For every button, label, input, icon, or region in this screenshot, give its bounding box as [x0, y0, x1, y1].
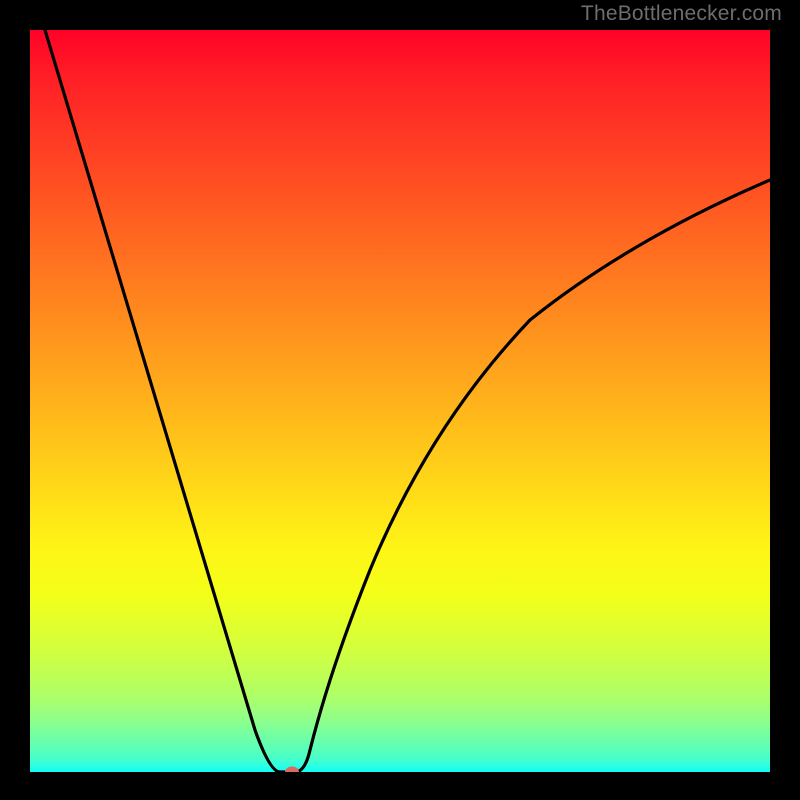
- minimum-marker: [285, 767, 299, 773]
- chart-container: TheBottlenecker.com: [0, 0, 800, 800]
- plot-area: [30, 30, 770, 772]
- watermark-text: TheBottlenecker.com: [581, 2, 782, 26]
- bottleneck-curve: [30, 30, 770, 772]
